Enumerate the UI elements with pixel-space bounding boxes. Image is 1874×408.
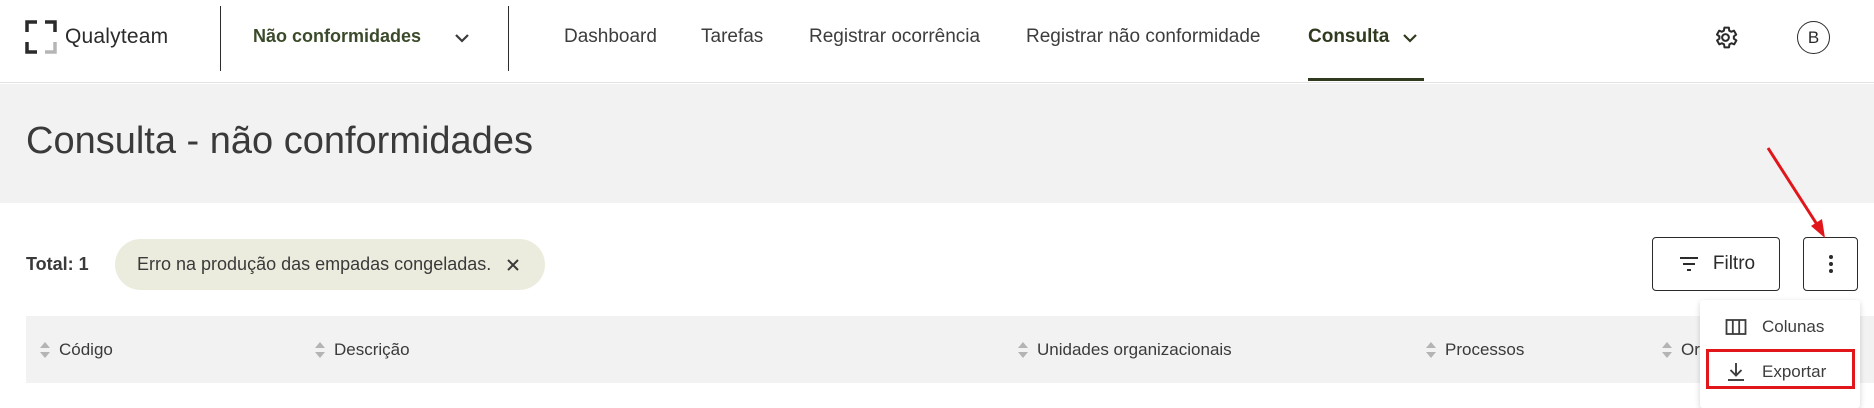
filter-chip-label: Erro na produção das empadas congeladas. bbox=[137, 254, 492, 274]
column-header-origem[interactable]: Or bbox=[1661, 340, 1700, 360]
divider bbox=[508, 6, 509, 71]
column-header-label: Código bbox=[59, 340, 113, 359]
column-header-label: Unidades organizacionais bbox=[1037, 340, 1232, 359]
table-row[interactable] bbox=[26, 383, 1874, 408]
nav-registrar-nao-conformidade[interactable]: Registrar não conformidade bbox=[1026, 26, 1260, 48]
total-count: Total: 1 bbox=[26, 254, 89, 274]
nav-dashboard[interactable]: Dashboard bbox=[564, 26, 657, 48]
gear-icon[interactable] bbox=[1712, 24, 1739, 51]
sort-icon bbox=[315, 342, 325, 358]
filter-button-label: Filtro bbox=[1712, 253, 1756, 274]
filter-icon bbox=[1679, 257, 1698, 271]
column-header-unidades[interactable]: Unidades organizacionais bbox=[1017, 340, 1232, 360]
sort-icon bbox=[1018, 342, 1028, 358]
avatar-initial: B bbox=[1807, 27, 1820, 47]
app-name: Qualyteam bbox=[65, 25, 169, 48]
columns-icon bbox=[1725, 319, 1747, 335]
column-header-descricao[interactable]: Descrição bbox=[314, 340, 410, 360]
nav-consulta[interactable]: Consulta bbox=[1308, 26, 1389, 48]
logo[interactable]: Qualyteam bbox=[25, 20, 168, 54]
more-options-button[interactable] bbox=[1803, 237, 1858, 291]
more-vertical-icon bbox=[1828, 255, 1833, 273]
nav-registrar-ocorrencia[interactable]: Registrar ocorrência bbox=[809, 26, 980, 48]
menu-item-colunas[interactable]: Colunas bbox=[1700, 305, 1860, 349]
sort-icon bbox=[1426, 342, 1436, 358]
menu-item-label: Colunas bbox=[1762, 317, 1825, 336]
nav-tarefas[interactable]: Tarefas bbox=[701, 26, 763, 48]
active-tab-indicator bbox=[1308, 78, 1424, 81]
table-header: Código Descrição Unidades organizacionai… bbox=[26, 316, 1874, 383]
filter-chip: Erro na produção das empadas congeladas. bbox=[115, 239, 546, 290]
close-icon[interactable] bbox=[505, 257, 521, 273]
filter-button[interactable]: Filtro bbox=[1652, 237, 1780, 291]
column-header-label: Processos bbox=[1445, 340, 1525, 359]
avatar[interactable]: B bbox=[1797, 21, 1830, 54]
chevron-down-icon[interactable] bbox=[452, 28, 472, 48]
highlight-box bbox=[1706, 349, 1855, 389]
column-header-codigo[interactable]: Código bbox=[39, 340, 113, 360]
column-header-label: Or bbox=[1681, 340, 1700, 359]
top-bar: Qualyteam Não conformidades Dashboard Ta… bbox=[0, 0, 1874, 83]
logo-icon bbox=[25, 20, 57, 54]
page-header: Consulta - não conformidades bbox=[0, 84, 1874, 203]
sort-icon bbox=[1662, 342, 1672, 358]
chevron-down-icon[interactable] bbox=[1400, 28, 1420, 48]
column-header-label: Descrição bbox=[334, 340, 410, 359]
divider bbox=[220, 6, 221, 71]
column-header-processos[interactable]: Processos bbox=[1425, 340, 1524, 360]
page-title: Consulta - não conformidades bbox=[26, 120, 533, 162]
sort-icon bbox=[40, 342, 50, 358]
module-selector-label[interactable]: Não conformidades bbox=[253, 26, 421, 47]
